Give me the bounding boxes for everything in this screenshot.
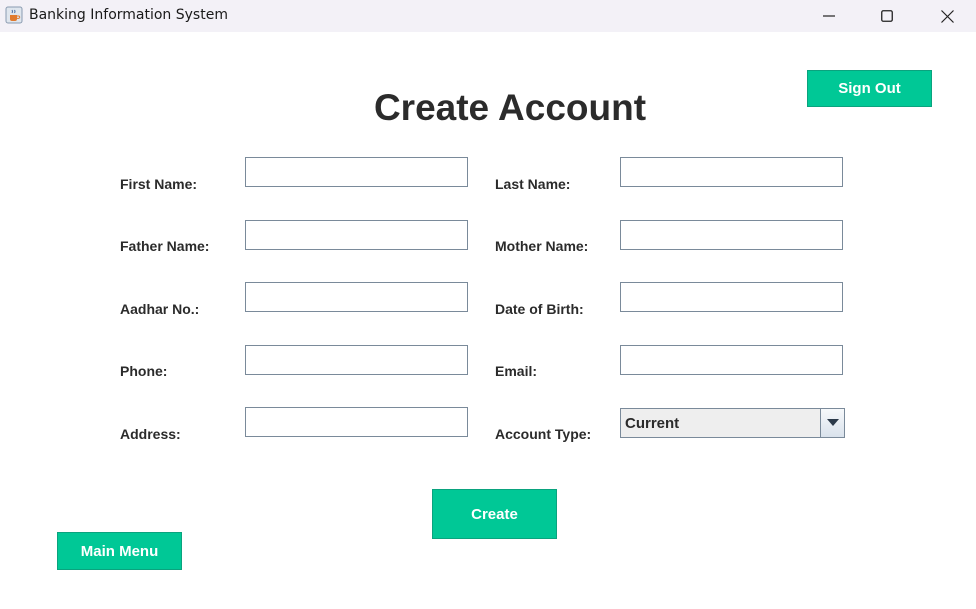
create-account-panel: Sign Out Create Account First Name: Last…: [0, 32, 976, 609]
address-field[interactable]: [245, 407, 468, 437]
page-title: Create Account: [373, 87, 647, 128]
dob-field[interactable]: [620, 282, 843, 312]
last-name-field[interactable]: [620, 157, 843, 187]
create-button[interactable]: Create: [432, 489, 557, 539]
main-menu-button[interactable]: Main Menu: [57, 532, 182, 570]
email-label: Email:: [495, 363, 538, 379]
mother-name-field[interactable]: [620, 220, 843, 250]
maximize-button[interactable]: [858, 0, 916, 32]
first-name-label: First Name:: [120, 176, 198, 192]
first-name-field[interactable]: [245, 157, 468, 187]
window-title: Banking Information System: [29, 7, 228, 23]
phone-field[interactable]: [245, 345, 468, 375]
dob-label: Date of Birth:: [495, 301, 584, 317]
aadhar-label: Aadhar No.:: [120, 301, 200, 317]
java-coffee-icon: [5, 6, 23, 24]
minimize-icon: [823, 15, 835, 17]
phone-label: Phone:: [120, 363, 168, 379]
close-button[interactable]: [918, 0, 976, 32]
father-name-label: Father Name:: [120, 238, 210, 254]
address-label: Address:: [120, 426, 181, 442]
chevron-down-icon: [826, 419, 839, 426]
mother-name-label: Mother Name:: [495, 238, 589, 254]
dropdown-arrow-button[interactable]: [820, 409, 844, 437]
aadhar-field[interactable]: [245, 282, 468, 312]
account-type-select[interactable]: Current: [620, 408, 845, 438]
father-name-field[interactable]: [245, 220, 468, 250]
account-type-label: Account Type:: [495, 426, 592, 442]
email-field[interactable]: [620, 345, 843, 375]
maximize-icon: [881, 10, 893, 22]
close-icon: [940, 9, 954, 23]
account-type-value: Current: [625, 415, 680, 432]
last-name-label: Last Name:: [495, 176, 571, 192]
minimize-button[interactable]: [800, 0, 858, 32]
window-title-bar: Banking Information System: [0, 0, 976, 32]
